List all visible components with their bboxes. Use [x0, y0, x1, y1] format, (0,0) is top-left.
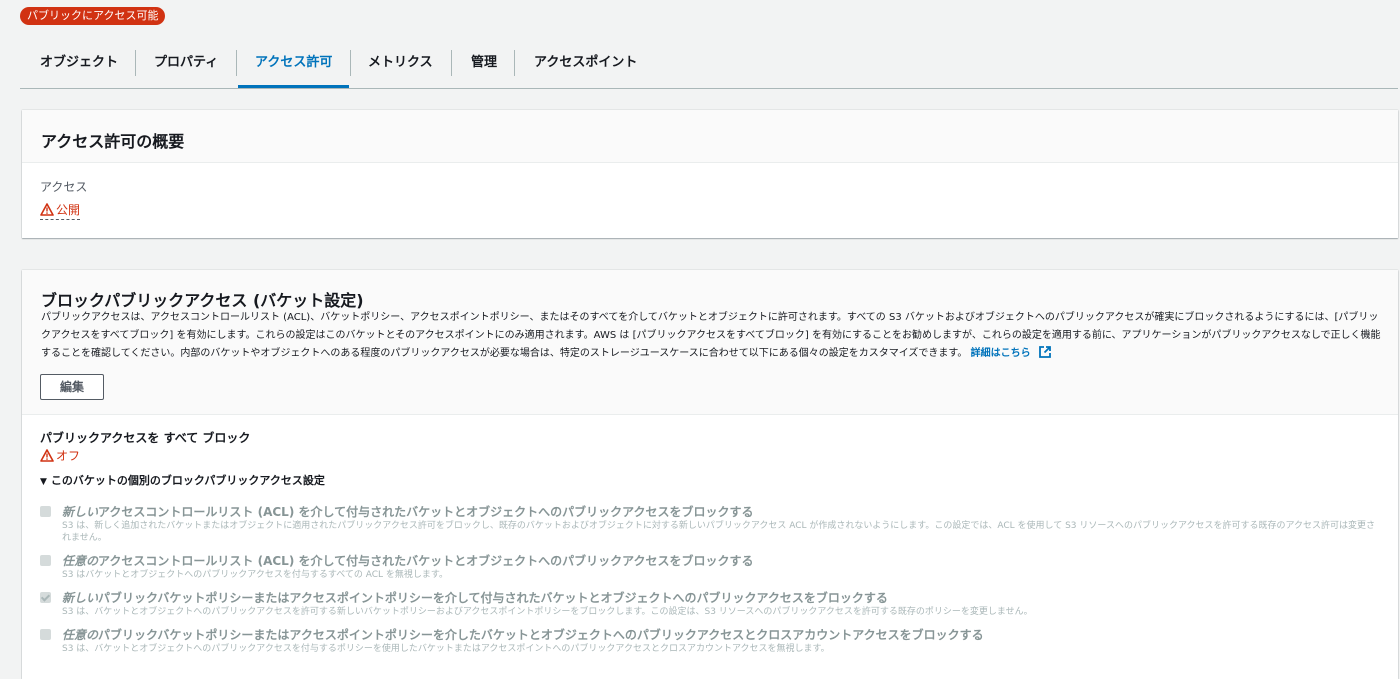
setting-title: 任意のアクセスコントロールリスト (ACL) を介して付与されたバケットとオブジ…	[62, 554, 754, 568]
block-all-label: パブリックアクセスを すべて ブロック	[40, 431, 251, 445]
setting-title: 新しいアクセスコントロールリスト (ACL) を介して付与されたバケットとオブジ…	[62, 505, 754, 519]
tab-metrics[interactable]: メトリクス	[368, 44, 433, 85]
setting-description: S3 は、バケットとオブジェクトへのパブリックアクセスを付与するポリシーを使用し…	[62, 644, 830, 654]
panel-header: アクセス許可の概要	[22, 110, 1398, 163]
panel-title: アクセス許可の概要	[41, 132, 185, 151]
tab-properties[interactable]: プロパティ	[154, 44, 218, 85]
access-label: アクセス	[40, 180, 88, 194]
access-value: 公開	[56, 203, 81, 217]
description-text: パブリックアクセスは、アクセスコントロールリスト (ACL)、バケットポリシー、…	[41, 312, 1381, 359]
edit-button[interactable]: 編集	[40, 374, 104, 400]
setting-title: 新しいパブリックバケットポリシーまたはアクセスポイントポリシーを介して付与された…	[62, 591, 888, 605]
panel-title: ブロックパブリックアクセス (バケット設定)	[41, 291, 364, 310]
access-status[interactable]: 公開	[40, 201, 81, 220]
setting-checkbox[interactable]	[40, 629, 51, 640]
setting-description: S3 は、バケットとオブジェクトへのパブリックアクセスを許可する新しいバケットポ…	[62, 607, 1033, 617]
public-access-badge: パブリックにアクセス可能	[20, 7, 166, 25]
individual-settings-expander[interactable]: ▼ このバケットの個別のブロックパブリックアクセス設定	[40, 472, 325, 488]
tab-separator	[350, 50, 351, 76]
warning-icon	[40, 449, 54, 462]
block-all-status: オフ	[40, 447, 80, 464]
setting-checkbox[interactable]	[40, 592, 51, 603]
setting-checkbox[interactable]	[40, 506, 51, 517]
tab-separator	[236, 50, 237, 76]
panel-description: パブリックアクセスは、アクセスコントロールリスト (ACL)、バケットポリシー、…	[41, 309, 1381, 363]
panel-header: ブロックパブリックアクセス (バケット設定) パブリックアクセスは、アクセスコン…	[22, 270, 1398, 415]
block-all-value: オフ	[56, 449, 81, 463]
tab-objects[interactable]: オブジェクト	[40, 44, 118, 85]
setting-description: S3 はバケットとオブジェクトへのパブリックアクセスを付与するすべての ACL …	[62, 570, 448, 580]
permissions-overview-panel: アクセス許可の概要 アクセス 公開	[22, 110, 1398, 238]
tab-access-points[interactable]: アクセスポイント	[534, 44, 637, 85]
setting-description: S3 は、新しく追加されたバケットまたはオブジェクトに適用されたパブリックアクセ…	[62, 521, 1376, 543]
learn-more-link[interactable]: 詳細はこちら	[971, 348, 1031, 359]
tab-bar: オブジェクト プロパティ アクセス許可 メトリクス 管理 アクセスポイント	[20, 44, 1398, 89]
block-public-access-panel: ブロックパブリックアクセス (バケット設定) パブリックアクセスは、アクセスコン…	[22, 270, 1398, 679]
external-link-icon[interactable]	[1038, 345, 1052, 359]
tab-management[interactable]: 管理	[471, 44, 497, 85]
caret-down-icon: ▼	[40, 477, 47, 487]
setting-checkbox[interactable]	[40, 555, 51, 566]
tab-permissions[interactable]: アクセス許可	[238, 44, 350, 88]
warning-icon	[40, 203, 54, 216]
setting-title: 任意のパブリックバケットポリシーまたはアクセスポイントポリシーを介したバケットと…	[62, 628, 984, 642]
tab-separator	[135, 50, 136, 76]
expander-label: このバケットの個別のブロックパブリックアクセス設定	[50, 474, 325, 487]
tab-separator	[514, 50, 515, 76]
tab-separator	[451, 50, 452, 76]
